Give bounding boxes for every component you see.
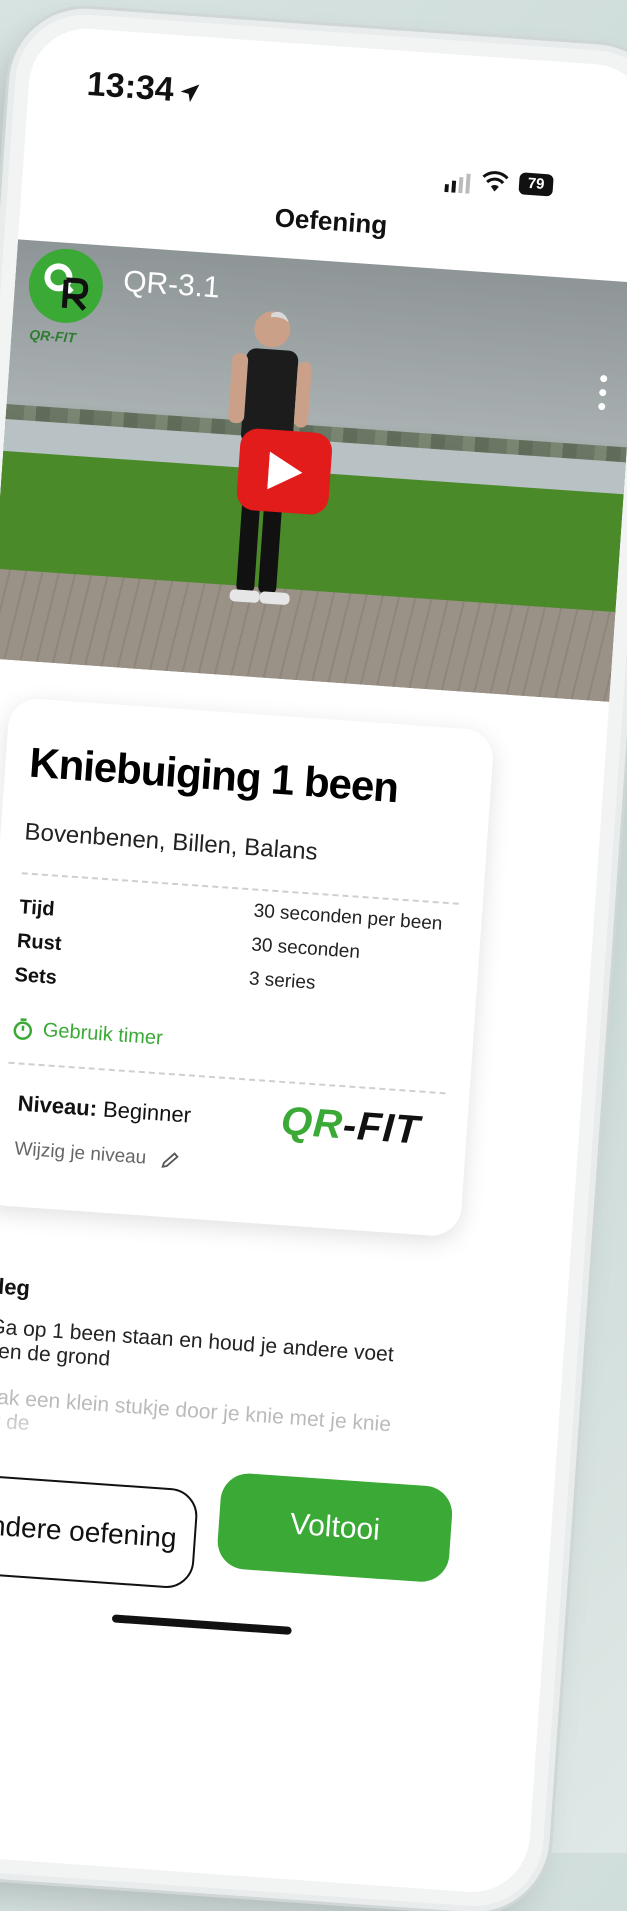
logo-caption: QR-FIT: [28, 326, 77, 346]
qr-fit-logo: QR-FIT: [280, 1099, 422, 1154]
spec-label-tijd: Tijd: [18, 896, 56, 921]
home-indicator: [111, 1614, 292, 1635]
battery-indicator: 79: [518, 172, 554, 197]
spec-value-tijd: 30 seconden per been: [252, 900, 444, 935]
use-timer-label: Gebruik timer: [42, 1018, 164, 1049]
channel-logo[interactable]: [26, 246, 106, 326]
exercise-card: Kniebuiging 1 been Bovenbenen, Billen, B…: [0, 696, 495, 1238]
brand-fit: -FIT: [341, 1103, 422, 1153]
wifi-icon: [482, 171, 509, 192]
level-label: Niveau:: [16, 1090, 98, 1122]
use-timer-link[interactable]: Gebruik timer: [10, 1016, 163, 1051]
signal-icon: [444, 173, 471, 194]
spec-value-sets: 3 series: [248, 968, 317, 994]
spec-label-rust: Rust: [16, 930, 63, 956]
spec-label-sets: Sets: [13, 964, 58, 989]
status-time: 13:34: [85, 64, 176, 109]
brand-qr: QR: [279, 1098, 345, 1148]
change-level-label: Wijzig je niveau: [13, 1138, 147, 1169]
exercise-muscles: Bovenbenen, Billen, Balans: [23, 818, 319, 866]
spec-value-rust: 30 seconden: [250, 934, 361, 963]
exercise-title: Kniebuiging 1 been: [27, 738, 400, 812]
stopwatch-icon: [13, 1018, 33, 1040]
video-player[interactable]: QR-FIT QR-3.1: [0, 239, 627, 702]
divider: [8, 1061, 446, 1095]
play-icon: [267, 451, 303, 490]
level-value: Beginner: [102, 1096, 192, 1128]
complete-button[interactable]: Voltooi: [215, 1471, 454, 1584]
level-row: Niveau: Beginner: [17, 1091, 192, 1129]
qr-logo-icon: [44, 263, 89, 311]
phone: 13:34 79 Oefening QR-FIT QR-3.1 Kniebuig…: [0, 10, 627, 1911]
screen: 13:34 79 Oefening QR-FIT QR-3.1 Kniebuig…: [0, 24, 627, 1896]
video-title[interactable]: QR-3.1: [122, 265, 221, 306]
play-button[interactable]: [235, 427, 334, 516]
more-options-icon[interactable]: [597, 374, 608, 411]
explanation-title: Uitleg: [0, 1271, 31, 1301]
other-exercise-button[interactable]: Andere oefening: [0, 1473, 200, 1590]
pencil-icon: [161, 1152, 179, 1168]
change-level-link[interactable]: Wijzig je niveau: [14, 1138, 181, 1172]
explanation-step: 1. Ga op 1 been staan en houd je andere …: [0, 1313, 395, 1371]
divider: [21, 872, 459, 905]
location-arrow-icon: [180, 84, 200, 103]
